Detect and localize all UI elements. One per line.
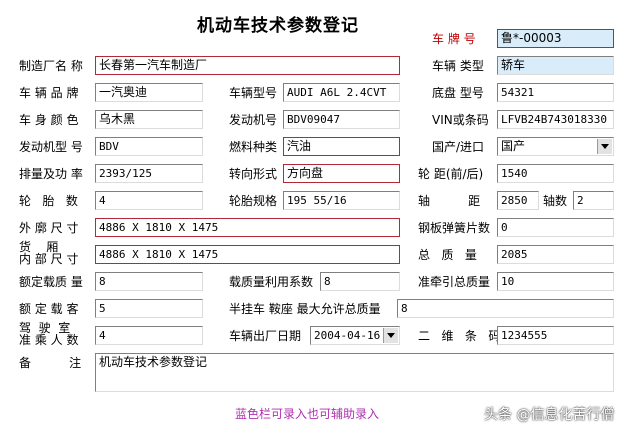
- fuel-label: 燃料种类: [229, 140, 278, 154]
- remarks-textarea[interactable]: 机动车技术参数登记: [95, 353, 614, 392]
- chevron-down-icon: [601, 144, 609, 149]
- rated-passengers-input[interactable]: 5: [95, 299, 203, 318]
- steering-input[interactable]: 方向盘: [283, 164, 400, 183]
- vehicle-class-label: 车辆 类型: [432, 59, 484, 73]
- tow-mass-input[interactable]: 10: [497, 272, 614, 291]
- vin-input[interactable]: LFVB24B743018330: [497, 110, 614, 129]
- brand-label: 车 辆 品 牌: [19, 86, 79, 100]
- plate-input[interactable]: 鲁*-00003: [497, 29, 614, 48]
- steering-label: 转向形式: [229, 167, 278, 181]
- saddle-input[interactable]: 8: [397, 299, 614, 318]
- remarks-label: 备 注: [19, 356, 82, 370]
- origin-select[interactable]: 国产: [497, 137, 614, 156]
- tire-count-input[interactable]: 4: [95, 191, 203, 210]
- leaf-springs-input[interactable]: 0: [497, 218, 614, 237]
- model-input[interactable]: AUDI A6L 2.4CVT: [283, 83, 400, 102]
- displacement-power-input[interactable]: 2393/125: [95, 164, 203, 183]
- origin-dropdown-button[interactable]: [597, 139, 612, 154]
- qr-code-label: 二 维 条 码: [418, 329, 501, 343]
- outer-dim-input[interactable]: 4886 X 1810 X 1475: [95, 218, 400, 237]
- body-color-label: 车 身 颜 色: [19, 113, 79, 127]
- chevron-down-icon: [387, 333, 395, 338]
- wheelbase-label: 轴 距: [418, 194, 481, 208]
- outer-dim-label: 外 廓 尺 寸: [19, 221, 79, 235]
- displacement-power-label: 排量及功 率: [19, 167, 83, 181]
- factory-date-label: 车辆出厂日期: [229, 329, 302, 343]
- wheelbase-input[interactable]: 2850: [497, 191, 539, 210]
- engine-no-input[interactable]: BDV09047: [283, 110, 400, 129]
- origin-value: 国产: [501, 139, 526, 153]
- model-label: 车辆型号: [229, 86, 278, 100]
- form-title: 机动车技术参数登记: [197, 16, 359, 36]
- tire-count-label: 轮 胎 数: [19, 194, 78, 208]
- vehicle-registration-form: 机动车技术参数登记 车 牌 号 鲁*-00003 制造厂名 称 长春第一汽车制造…: [0, 0, 640, 434]
- engine-model-label: 发动机型 号: [19, 140, 83, 154]
- saddle-label: 半挂车 鞍座 最大允许总质量: [229, 302, 381, 316]
- brand-input[interactable]: 一汽奥迪: [95, 83, 203, 102]
- cargo-dim-label-bottom: 内 部 尺 寸: [19, 252, 79, 266]
- chassis-model-label: 底盘 型号: [432, 86, 484, 100]
- engine-no-label: 发动机号: [229, 113, 278, 127]
- watermark: 头条 @信息化苦行僧: [484, 407, 615, 423]
- engine-model-input[interactable]: BDV: [95, 137, 203, 156]
- load-factor-label: 载质量利用系数: [229, 275, 314, 289]
- fuel-input[interactable]: 汽油: [283, 137, 400, 156]
- cargo-dim-input[interactable]: 4886 X 1810 X 1475: [95, 245, 400, 264]
- qr-code-input[interactable]: 1234555: [497, 326, 614, 345]
- tow-mass-label: 准牵引总质量: [418, 275, 491, 289]
- factory-date-value: 2004-04-16: [314, 329, 381, 342]
- origin-label: 国产/进口: [432, 140, 485, 154]
- chassis-model-input[interactable]: 54321: [497, 83, 614, 102]
- factory-date-picker[interactable]: 2004-04-16: [310, 326, 400, 345]
- body-color-input[interactable]: 乌木黑: [95, 110, 203, 129]
- leaf-springs-label: 钢板弹簧片数: [418, 221, 491, 235]
- load-factor-input[interactable]: 8: [320, 272, 400, 291]
- rated-load-label: 额定载质 量: [19, 275, 83, 289]
- cab-passengers-label-bottom: 准 乘 人 数: [19, 333, 79, 347]
- plate-label: 车 牌 号: [432, 32, 476, 46]
- gross-mass-label: 总 质 量: [418, 248, 477, 262]
- rated-load-input[interactable]: 8: [95, 272, 203, 291]
- gross-mass-input[interactable]: 2085: [497, 245, 614, 264]
- vehicle-class-input[interactable]: 轿车: [497, 56, 614, 75]
- rated-passengers-label: 额 定 载 客: [19, 302, 79, 316]
- wheel-track-input[interactable]: 1540: [497, 164, 614, 183]
- manufacturer-label: 制造厂名 称: [19, 59, 83, 73]
- axle-count-input[interactable]: 2: [573, 191, 614, 210]
- cab-passengers-input[interactable]: 4: [95, 326, 203, 345]
- tire-spec-input[interactable]: 195 55/16: [283, 191, 400, 210]
- axle-count-label: 轴数: [543, 194, 568, 208]
- factory-date-dropdown-button[interactable]: [383, 328, 398, 343]
- hint-text: 蓝色栏可录入也可辅助录入: [235, 407, 380, 421]
- wheel-track-label: 轮 距(前/后): [418, 167, 484, 181]
- tire-spec-label: 轮胎规格: [229, 194, 278, 208]
- manufacturer-input[interactable]: 长春第一汽车制造厂: [95, 56, 400, 75]
- vin-label: VIN或条码: [432, 113, 489, 127]
